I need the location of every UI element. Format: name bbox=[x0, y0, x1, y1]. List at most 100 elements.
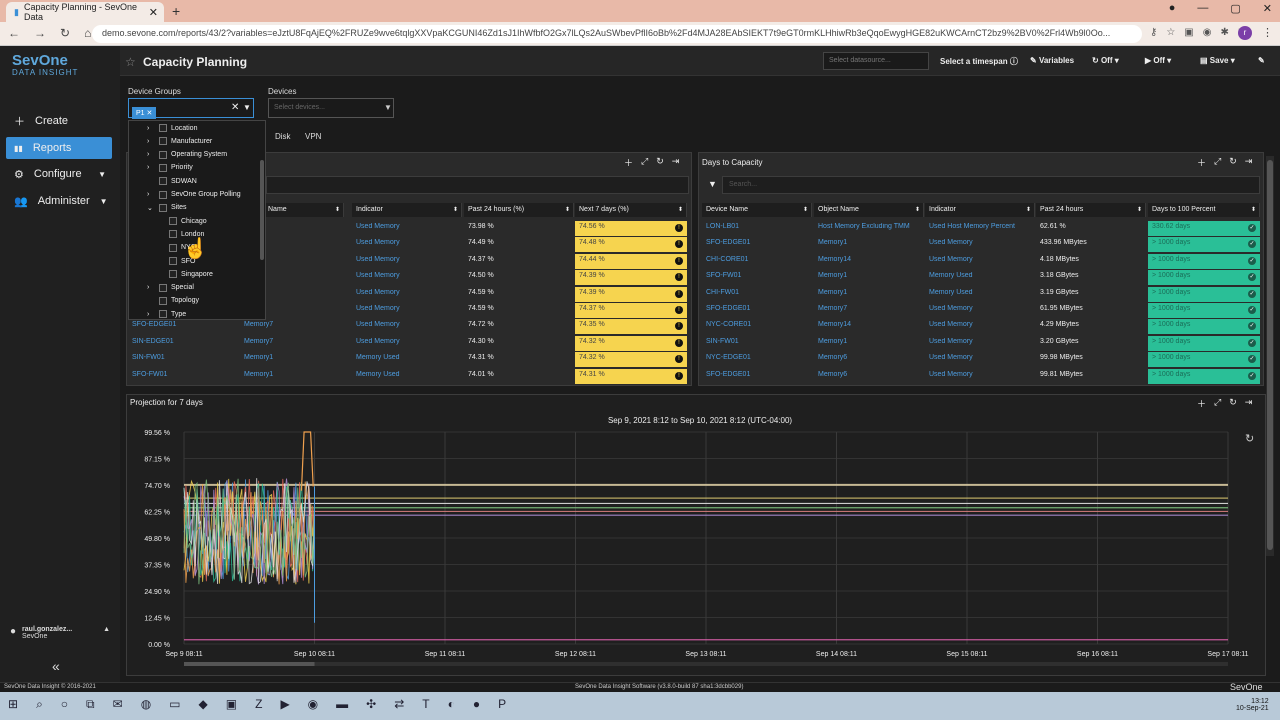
tree-node[interactable]: › Location bbox=[147, 124, 197, 132]
chevron-down-icon[interactable]: ▼ bbox=[384, 103, 392, 112]
teams-icon[interactable]: T bbox=[422, 697, 429, 712]
zoom-icon[interactable]: ▶ bbox=[280, 697, 289, 712]
puzzle-icon[interactable]: ✱ bbox=[1220, 27, 1228, 38]
extension-icon[interactable]: ▣ bbox=[1184, 27, 1193, 38]
sort-icon[interactable]: ⬍ bbox=[1251, 206, 1256, 213]
tab-vpn[interactable]: VPN bbox=[305, 132, 321, 141]
save-button[interactable]: ▤ Save ▾ bbox=[1200, 56, 1235, 65]
sort-icon[interactable]: ⬍ bbox=[1137, 206, 1142, 213]
column-header[interactable]: Indicator ⬍ bbox=[925, 203, 1035, 217]
indicator-link[interactable]: Used Memory bbox=[929, 256, 1034, 263]
checkbox[interactable] bbox=[159, 150, 167, 159]
page-scrollbar-thumb[interactable] bbox=[1267, 160, 1273, 550]
device-name-link[interactable]: SIN-FW01 bbox=[706, 338, 811, 345]
chevron-icon[interactable]: › bbox=[147, 125, 155, 132]
navigator-window[interactable] bbox=[184, 662, 315, 666]
object-name-link[interactable]: Memory1 bbox=[244, 354, 344, 361]
add-icon[interactable]: ＋ bbox=[624, 156, 633, 169]
app-icon[interactable]: ◐ bbox=[448, 697, 455, 712]
app-icon[interactable]: ⇄ bbox=[394, 697, 404, 712]
add-icon[interactable]: ＋ bbox=[1197, 397, 1206, 410]
powerpoint-icon[interactable]: P bbox=[498, 697, 506, 712]
export-icon[interactable]: ⇥ bbox=[672, 156, 680, 169]
checkbox[interactable] bbox=[169, 270, 177, 279]
indicator-link[interactable]: Memory Used bbox=[929, 289, 1034, 296]
sort-icon[interactable]: ⬍ bbox=[803, 206, 808, 213]
url-field[interactable]: demo.sevone.com/reports/43/2?variables=e… bbox=[92, 25, 1142, 43]
tree-node[interactable]: Singapore bbox=[169, 270, 213, 279]
browser-tab[interactable]: ▮ Capacity Planning - SevOne Data ✕ bbox=[6, 2, 164, 22]
checkbox[interactable] bbox=[159, 190, 167, 199]
tree-node[interactable]: Chicago bbox=[169, 217, 207, 226]
device-name-link[interactable]: SFO-FW01 bbox=[706, 272, 811, 279]
indicator-link[interactable]: Memory Used bbox=[929, 272, 1034, 279]
chevron-icon[interactable]: › bbox=[147, 151, 155, 158]
firefox-icon[interactable]: ◍ bbox=[141, 697, 151, 712]
search-icon[interactable]: ⌕ bbox=[36, 697, 43, 712]
device-name-link[interactable]: SFO-EDGE01 bbox=[706, 371, 811, 378]
checkbox[interactable] bbox=[169, 257, 177, 265]
tab-disk[interactable]: Disk bbox=[275, 132, 291, 141]
add-icon[interactable]: ＋ bbox=[1197, 156, 1206, 169]
record-icon[interactable]: ● bbox=[1169, 2, 1176, 15]
indicator-link[interactable]: Used Memory bbox=[929, 305, 1034, 312]
timespan-button[interactable]: Select a timespan ⓘ bbox=[940, 56, 1018, 67]
star-icon[interactable]: ☆ bbox=[1166, 27, 1175, 38]
indicator-link[interactable]: Used Memory bbox=[356, 321, 461, 328]
sort-icon[interactable]: ⬍ bbox=[915, 206, 920, 213]
tree-node[interactable]: › Type bbox=[147, 310, 186, 319]
table-search[interactable] bbox=[266, 176, 689, 194]
object-name-link[interactable]: Host Memory Excluding TMM bbox=[818, 223, 923, 230]
sort-icon[interactable]: ⬍ bbox=[453, 206, 458, 213]
sidebar-item-configure[interactable]: ⚙ Configure ▼ bbox=[6, 163, 112, 185]
checkbox[interactable] bbox=[159, 163, 167, 172]
column-header[interactable]: Days to 100 Percent ⬍ bbox=[1148, 203, 1260, 217]
indicator-link[interactable]: Used Memory bbox=[356, 338, 461, 345]
sort-icon[interactable]: ⬍ bbox=[335, 206, 340, 213]
filter-icon[interactable]: ▼ bbox=[708, 179, 717, 189]
chevron-icon[interactable]: ⌄ bbox=[147, 204, 155, 212]
edit-icon[interactable]: ✎ bbox=[1258, 56, 1265, 65]
sidebar-item-reports[interactable]: ▮▮ Reports bbox=[6, 137, 112, 159]
expand-icon[interactable]: ⤢ bbox=[1214, 156, 1221, 169]
spotify-icon[interactable]: ● bbox=[473, 697, 480, 712]
object-name-link[interactable]: Memory1 bbox=[244, 371, 344, 378]
object-name-link[interactable]: Memory7 bbox=[818, 305, 923, 312]
minimize-icon[interactable]: — bbox=[1197, 2, 1208, 15]
device-name-link[interactable]: CHI-FW01 bbox=[706, 289, 811, 296]
indicator-link[interactable]: Memory Used bbox=[356, 371, 461, 378]
tree-node[interactable]: › Operating System bbox=[147, 150, 227, 159]
indicator-link[interactable]: Memory Used bbox=[356, 354, 461, 361]
back-icon[interactable]: ← bbox=[8, 26, 20, 40]
tree-node[interactable]: ⌄ Sites bbox=[147, 203, 187, 212]
column-header[interactable]: Past 24 hours ⬍ bbox=[1036, 203, 1146, 217]
device-name-link[interactable]: NYC-EDGE01 bbox=[706, 354, 811, 361]
task-view-icon[interactable]: ⧉ bbox=[86, 697, 95, 712]
key-icon[interactable]: ⚷ bbox=[1150, 27, 1157, 38]
chevron-icon[interactable]: › bbox=[147, 191, 155, 198]
navigator-bar[interactable] bbox=[184, 662, 1228, 666]
windows-start-icon[interactable]: ⊞ bbox=[8, 697, 18, 712]
filezilla-icon[interactable]: Z bbox=[255, 697, 262, 712]
indicator-link[interactable]: Used Host Memory Percent bbox=[929, 223, 1034, 230]
folder-icon[interactable]: ▭ bbox=[169, 697, 180, 712]
refresh-icon[interactable]: ↻ bbox=[656, 156, 664, 169]
chevron-icon[interactable]: › bbox=[147, 311, 155, 318]
close-window-icon[interactable]: ✕ bbox=[1263, 2, 1272, 15]
collapse-sidebar-icon[interactable]: « bbox=[52, 658, 60, 674]
extension-icon[interactable]: ◉ bbox=[1203, 27, 1212, 38]
indicator-link[interactable]: Used Memory bbox=[929, 321, 1034, 328]
checkbox[interactable] bbox=[159, 310, 167, 319]
device-name-link[interactable]: SIN-EDGE01 bbox=[132, 338, 242, 345]
sidebar-item-administer[interactable]: 👥 Administer ▼ bbox=[6, 190, 112, 212]
table-search[interactable]: Search... bbox=[722, 176, 1260, 194]
object-name-link[interactable]: Memory1 bbox=[818, 289, 923, 296]
column-header[interactable]: Device Name ⬍ bbox=[702, 203, 812, 217]
chevron-icon[interactable]: › bbox=[147, 164, 155, 171]
device-name-link[interactable]: CHI-CORE01 bbox=[706, 256, 811, 263]
checkbox[interactable] bbox=[169, 230, 177, 239]
indicator-link[interactable]: Used Memory bbox=[356, 272, 461, 279]
datasource-select[interactable]: Select datasource... bbox=[823, 52, 929, 70]
slack-icon[interactable]: ✣ bbox=[366, 697, 376, 712]
refresh-icon[interactable]: ↻ bbox=[1229, 397, 1237, 410]
